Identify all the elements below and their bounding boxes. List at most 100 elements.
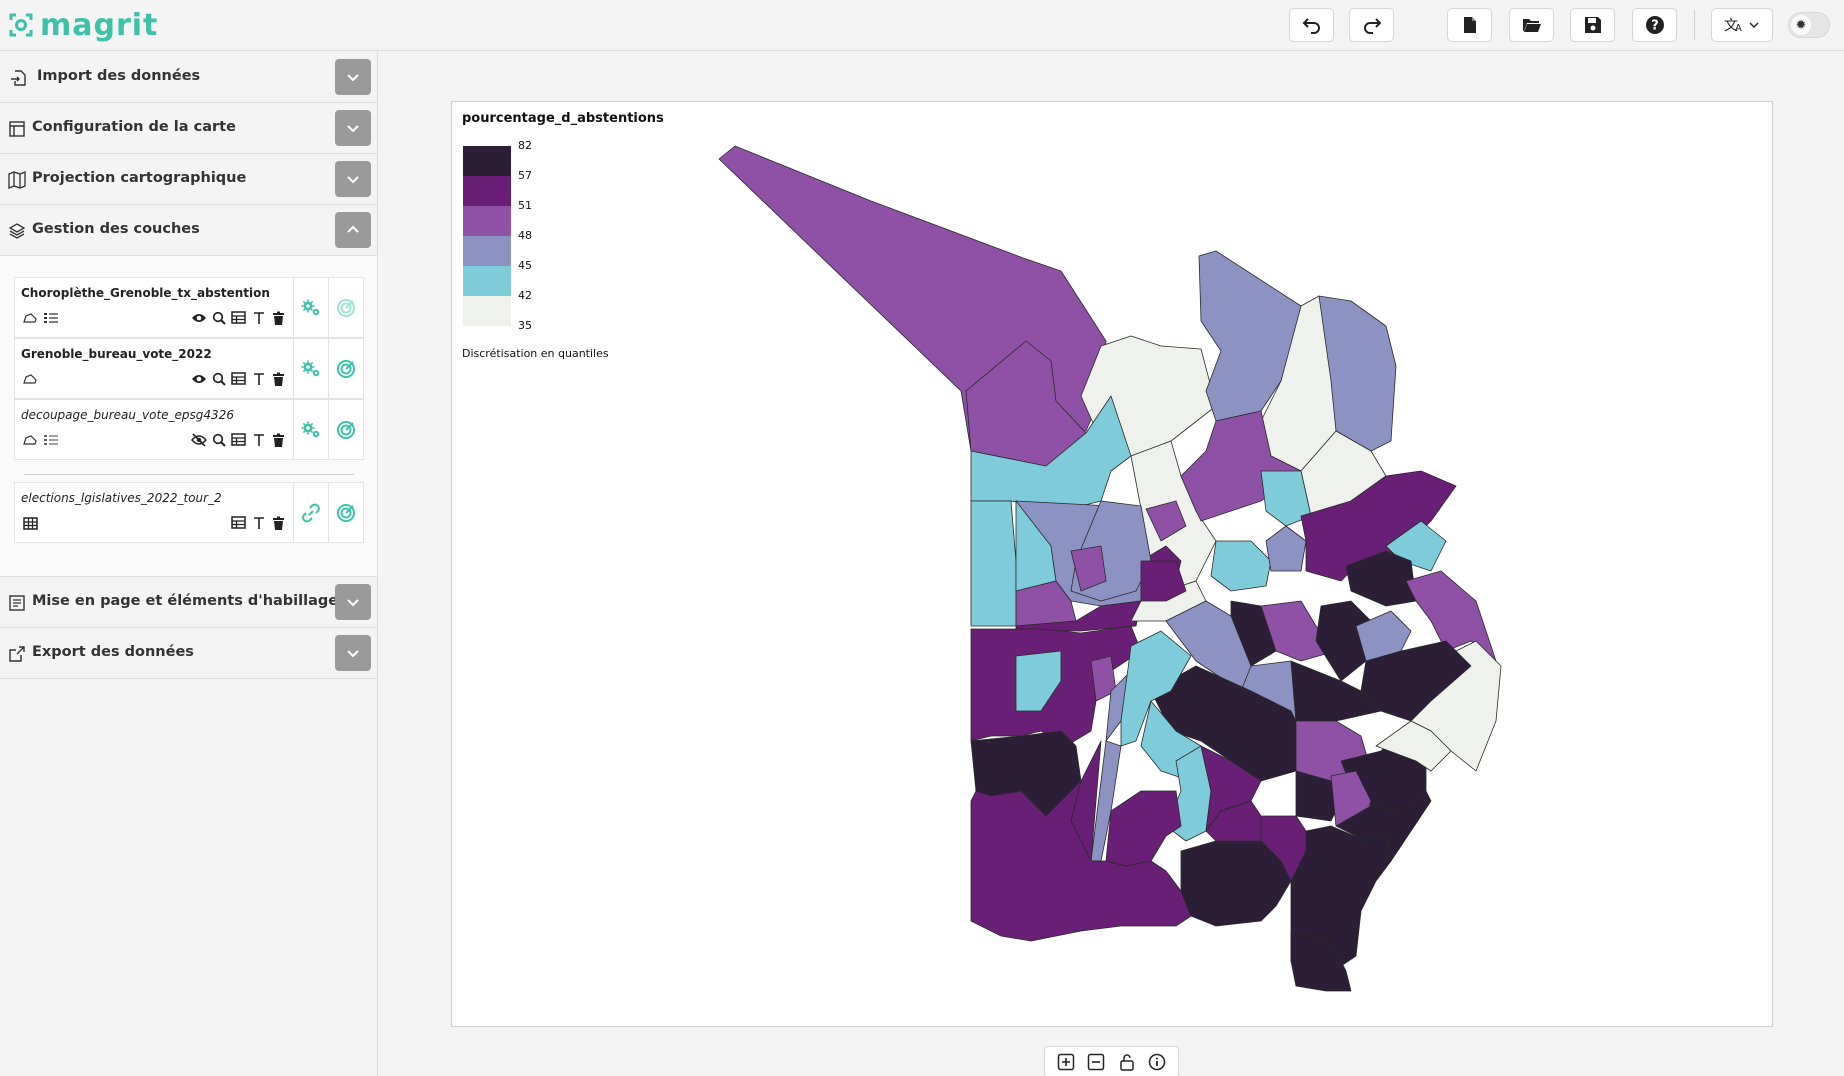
map-config-icon bbox=[9, 121, 25, 137]
export-icon bbox=[9, 646, 25, 662]
map-polygon bbox=[1210, 540, 1272, 592]
chevron-down-icon bbox=[347, 599, 359, 607]
link-icon bbox=[302, 503, 320, 522]
unlock-icon[interactable] bbox=[1116, 1051, 1138, 1073]
eye-slash-icon[interactable] bbox=[190, 431, 207, 448]
redo-button[interactable] bbox=[1349, 8, 1394, 42]
map-polygon bbox=[970, 500, 1017, 627]
open-project-icon bbox=[1522, 19, 1541, 32]
open-project-button[interactable] bbox=[1509, 8, 1554, 42]
layer-item[interactable]: decoupage_bureau_vote_epsg4326 bbox=[14, 399, 364, 460]
logo-icon bbox=[9, 13, 33, 37]
section-projection[interactable]: Projection cartographique bbox=[0, 154, 377, 205]
layer-name: Grenoble_bureau_vote_2022 bbox=[21, 347, 212, 361]
table-icon[interactable] bbox=[230, 514, 247, 531]
language-button[interactable]: 文A bbox=[1711, 8, 1773, 42]
zoom-to-layer-icon[interactable] bbox=[210, 431, 227, 448]
layer-target-button[interactable] bbox=[328, 339, 363, 398]
legend-title: pourcentage_d_abstentions bbox=[462, 111, 664, 126]
trash-icon[interactable] bbox=[270, 431, 287, 448]
legend-color-boxes bbox=[463, 146, 511, 326]
layer-settings-button[interactable] bbox=[293, 339, 328, 398]
eye-icon[interactable] bbox=[190, 370, 207, 387]
section-title: Import des données bbox=[37, 68, 201, 84]
target-icon bbox=[337, 298, 355, 317]
expand-button[interactable] bbox=[335, 161, 371, 197]
map-canvas[interactable]: pourcentage_d_abstentions 82 57 51 48 45… bbox=[451, 101, 1773, 1027]
layer-divider bbox=[24, 474, 354, 475]
collapse-button[interactable] bbox=[335, 212, 371, 248]
new-project-button[interactable] bbox=[1447, 8, 1492, 42]
expand-button[interactable] bbox=[335, 110, 371, 146]
save-project-button[interactable] bbox=[1570, 8, 1615, 42]
legend-break-label: 82 bbox=[518, 139, 532, 152]
table-item[interactable]: elections_lgislatives_2022_tour_2 bbox=[14, 482, 364, 543]
target-icon bbox=[337, 359, 355, 378]
translate-icon: 文A bbox=[1724, 18, 1759, 34]
section-import[interactable]: Import des données bbox=[0, 52, 377, 103]
expand-button[interactable] bbox=[335, 584, 371, 620]
map-controls bbox=[1044, 1046, 1179, 1076]
sidebar: Import des données Configuration de la c… bbox=[0, 52, 378, 1076]
legend-break-label: 51 bbox=[518, 199, 532, 212]
table-icon[interactable] bbox=[230, 370, 247, 387]
layers-panel: Choroplèthe_Grenoble_tx_abstention Greno… bbox=[0, 256, 377, 577]
eye-icon[interactable] bbox=[190, 309, 207, 326]
section-title: Gestion des couches bbox=[32, 221, 200, 237]
help-button[interactable]: ? bbox=[1632, 8, 1677, 42]
legend-icon[interactable] bbox=[43, 312, 59, 324]
polygon-icon bbox=[23, 312, 37, 324]
gears-icon bbox=[301, 421, 320, 437]
section-export[interactable]: Export des données bbox=[0, 628, 377, 679]
zoom-out-icon[interactable] bbox=[1085, 1051, 1107, 1073]
legend-break-label: 45 bbox=[518, 259, 532, 272]
undo-icon bbox=[1302, 18, 1320, 34]
expand-button[interactable] bbox=[335, 59, 371, 95]
layer-target-button[interactable] bbox=[328, 483, 363, 542]
zoom-to-layer-icon[interactable] bbox=[210, 370, 227, 387]
svg-text:A: A bbox=[1735, 23, 1742, 34]
label-text-icon[interactable] bbox=[250, 514, 267, 531]
trash-icon[interactable] bbox=[270, 309, 287, 326]
section-layers[interactable]: Gestion des couches bbox=[0, 205, 377, 256]
layer-target-button[interactable] bbox=[328, 278, 363, 337]
section-layout[interactable]: Mise en page et éléments d'habillage bbox=[0, 577, 377, 628]
top-bar: magrit ? 文A ✹ bbox=[0, 0, 1844, 51]
gears-icon bbox=[301, 360, 320, 376]
legend-color-box bbox=[463, 266, 511, 296]
legend-break-label: 57 bbox=[518, 169, 532, 182]
svg-text:?: ? bbox=[1651, 19, 1659, 34]
legend-icon[interactable] bbox=[43, 434, 59, 446]
table-icon[interactable] bbox=[230, 431, 247, 448]
zoom-in-icon[interactable] bbox=[1055, 1051, 1077, 1073]
choropleth-map[interactable] bbox=[452, 102, 1774, 1028]
gear-sun-icon: ✹ bbox=[1791, 15, 1811, 35]
label-text-icon[interactable] bbox=[250, 309, 267, 326]
layer-target-button[interactable] bbox=[328, 400, 363, 459]
legend-break-label: 42 bbox=[518, 289, 532, 302]
trash-icon[interactable] bbox=[270, 514, 287, 531]
theme-toggle[interactable]: ✹ bbox=[1788, 12, 1830, 38]
layer-item[interactable]: Choroplèthe_Grenoble_tx_abstention bbox=[14, 277, 364, 338]
expand-button[interactable] bbox=[335, 635, 371, 671]
layer-settings-button[interactable] bbox=[293, 400, 328, 459]
target-icon bbox=[337, 503, 355, 522]
layer-settings-button[interactable] bbox=[293, 278, 328, 337]
section-map-config[interactable]: Configuration de la carte bbox=[0, 103, 377, 154]
layout-icon bbox=[9, 595, 25, 611]
label-text-icon[interactable] bbox=[250, 431, 267, 448]
table-icon[interactable] bbox=[230, 309, 247, 326]
map-polygon bbox=[1105, 790, 1182, 867]
layer-name: Choroplèthe_Grenoble_tx_abstention bbox=[21, 286, 270, 300]
info-icon[interactable] bbox=[1146, 1051, 1168, 1073]
chevron-up-icon bbox=[347, 225, 359, 233]
legend-color-box bbox=[463, 296, 511, 326]
redo-icon bbox=[1363, 18, 1381, 34]
app-logo[interactable]: magrit bbox=[8, 8, 158, 43]
layer-item[interactable]: Grenoble_bureau_vote_2022 bbox=[14, 338, 364, 399]
label-text-icon[interactable] bbox=[250, 370, 267, 387]
zoom-to-layer-icon[interactable] bbox=[210, 309, 227, 326]
undo-button[interactable] bbox=[1289, 8, 1334, 42]
join-button[interactable] bbox=[293, 483, 328, 542]
trash-icon[interactable] bbox=[270, 370, 287, 387]
